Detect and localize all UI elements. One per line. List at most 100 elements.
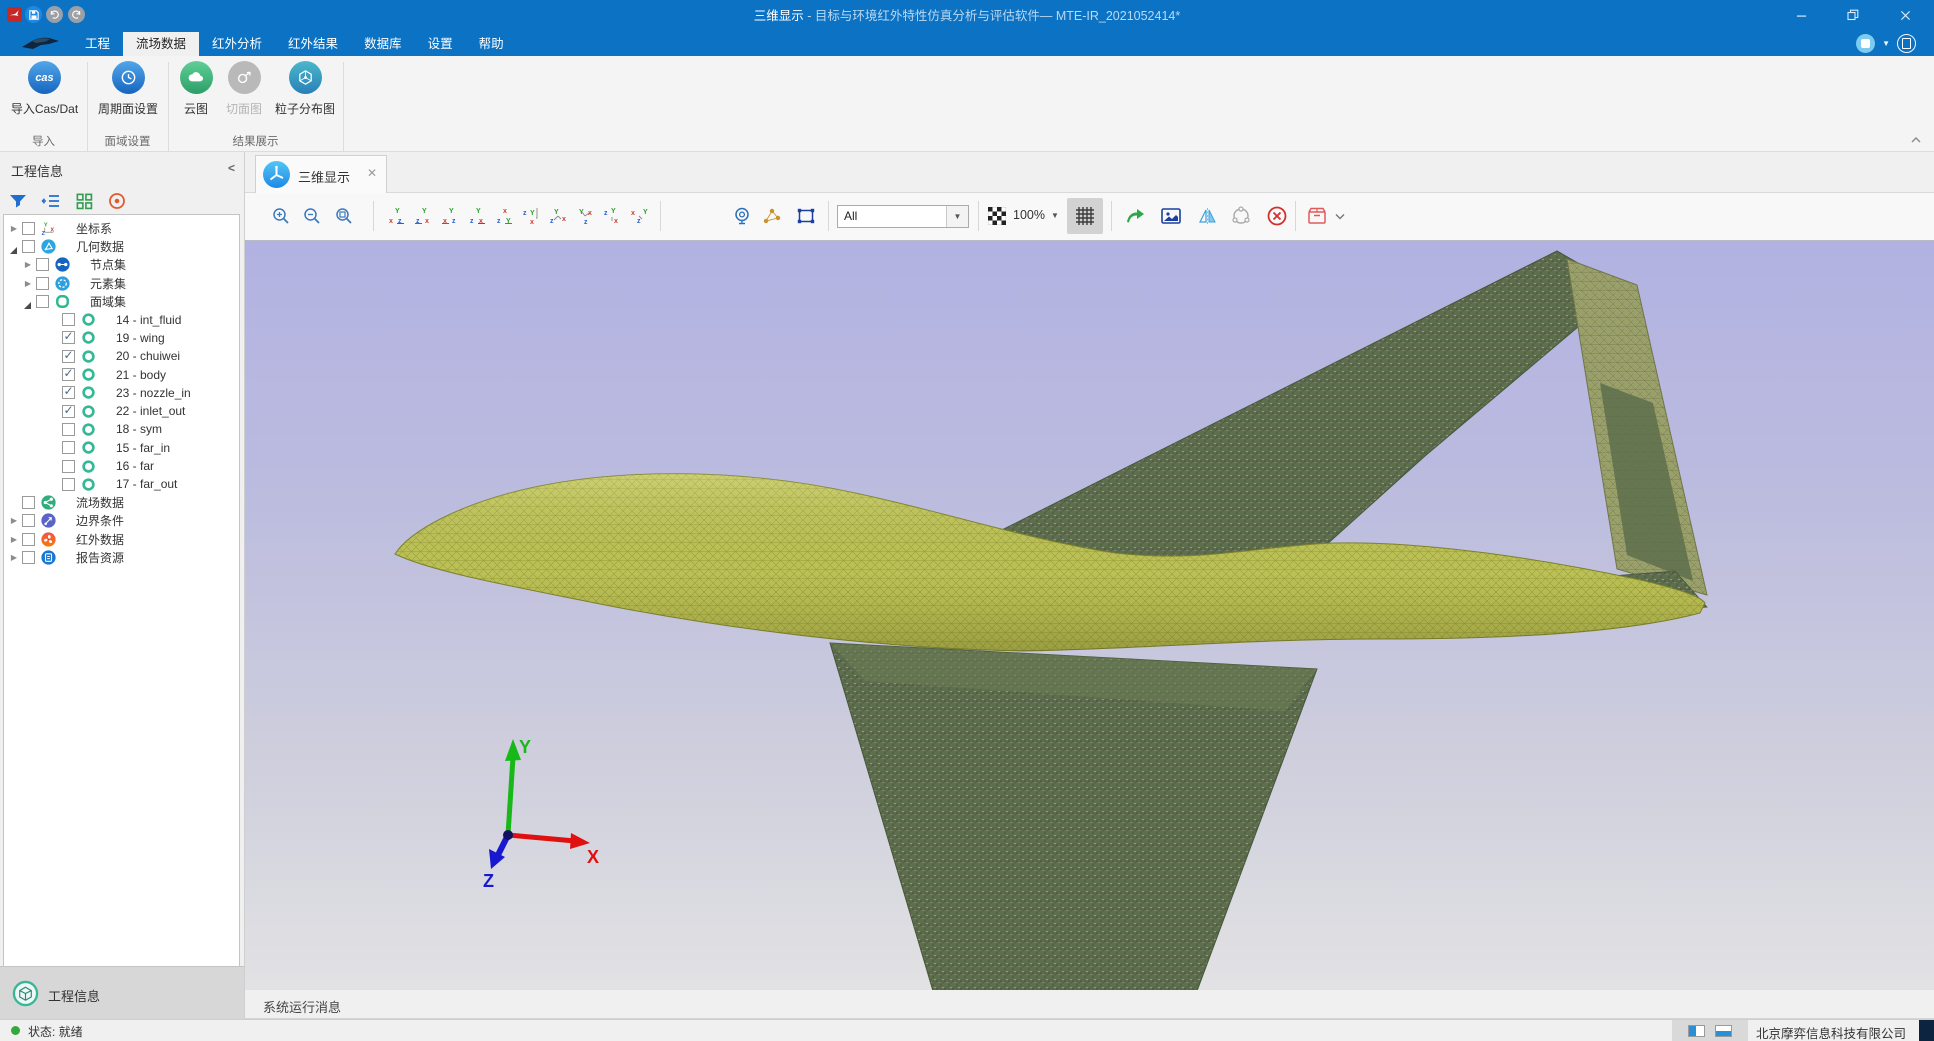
menu-item-settings[interactable]: 设置: [415, 32, 466, 56]
view-iso-1-icon[interactable]: Yzx: [547, 204, 571, 228]
locate-icon[interactable]: [106, 190, 128, 212]
minimize-button[interactable]: [1778, 0, 1824, 30]
checkbox[interactable]: [62, 350, 75, 363]
tree-item-far-in[interactable]: 15 - far_in: [4, 439, 239, 457]
export-arrow-icon[interactable]: [1123, 204, 1147, 228]
expander-icon[interactable]: [22, 279, 34, 288]
checkbox[interactable]: [62, 423, 75, 436]
tab-3d-view[interactable]: 三维显示 ✕: [255, 155, 387, 193]
grid-view-icon[interactable]: [73, 190, 95, 212]
view-iso-4-icon[interactable]: xzY: [628, 204, 652, 228]
expander-icon[interactable]: [8, 224, 20, 233]
menu-item-flowfield[interactable]: 流场数据: [123, 32, 199, 56]
layout-vertical-icon[interactable]: [1688, 1025, 1705, 1037]
tree-item-flow-data[interactable]: 流场数据: [4, 493, 239, 511]
expander-icon[interactable]: [8, 535, 20, 544]
checkbox[interactable]: [22, 514, 35, 527]
rect-select-icon[interactable]: [794, 204, 818, 228]
view-bottom-icon[interactable]: zYx: [520, 204, 544, 228]
tree-item-chuiwei[interactable]: 20 - chuiwei: [4, 347, 239, 365]
tree-item-boundary-conditions[interactable]: 边界条件: [4, 512, 239, 530]
checkbox[interactable]: [62, 368, 75, 381]
tree-item-geometry-data[interactable]: 几何数据: [4, 237, 239, 255]
view-right-icon[interactable]: Yzx: [466, 204, 490, 228]
menu-item-project[interactable]: 工程: [72, 32, 123, 56]
save-button[interactable]: [25, 6, 42, 23]
import-cas-dat-button[interactable]: cas 导入Cas/Dat: [2, 61, 87, 117]
checkbox[interactable]: [62, 460, 75, 473]
quick-view-icon[interactable]: [1856, 34, 1875, 53]
tree-item-wing[interactable]: 19 - wing: [4, 329, 239, 347]
expander-icon[interactable]: [8, 553, 20, 562]
view-iso-2-icon[interactable]: Yxz: [574, 204, 598, 228]
view-top-icon[interactable]: xzY: [493, 204, 517, 228]
checkbox[interactable]: [62, 441, 75, 454]
view-left-icon[interactable]: Yxz: [439, 204, 463, 228]
checkbox[interactable]: [62, 405, 75, 418]
cloud-map-button[interactable]: 云图: [172, 61, 220, 117]
checkbox[interactable]: [36, 277, 49, 290]
checkbox[interactable]: [22, 551, 35, 564]
panel-bottom-tab[interactable]: 工程信息: [0, 966, 244, 1019]
period-face-button[interactable]: 周期面设置: [88, 61, 168, 117]
undo-button[interactable]: [46, 6, 63, 23]
filter-icon[interactable]: [7, 190, 29, 212]
chevron-down-icon[interactable]: [1333, 204, 1347, 228]
view-back-icon[interactable]: Yzx: [412, 204, 436, 228]
menu-item-help[interactable]: 帮助: [466, 32, 517, 56]
mesh-sphere-icon[interactable]: [1229, 204, 1253, 228]
tree-item-body[interactable]: 21 - body: [4, 365, 239, 383]
checkbox[interactable]: [22, 240, 35, 253]
zoom-fit-icon[interactable]: [332, 204, 356, 228]
chevron-down-icon[interactable]: ▼: [1882, 39, 1890, 48]
tree-item-face-set[interactable]: 面域集: [4, 292, 239, 310]
checkbox[interactable]: [36, 295, 49, 308]
grid-toggle-button[interactable]: [1067, 198, 1103, 234]
mirror-icon[interactable]: [1197, 204, 1221, 228]
checkbox[interactable]: [62, 478, 75, 491]
ribbon-collapse-icon[interactable]: [1910, 136, 1922, 144]
tree-item-report-resources[interactable]: 报告资源: [4, 548, 239, 566]
particle-distribution-button[interactable]: 粒子分布图: [268, 61, 342, 117]
tree-item-far-out[interactable]: 17 - far_out: [4, 475, 239, 493]
checkbox[interactable]: [62, 313, 75, 326]
probe-icon[interactable]: [730, 204, 754, 228]
tree-item-infrared-data[interactable]: 红外数据: [4, 530, 239, 548]
zoom-percentage[interactable]: 100%: [1013, 208, 1045, 222]
zoom-out-icon[interactable]: [300, 204, 324, 228]
checkbox[interactable]: [36, 258, 49, 271]
checkbox[interactable]: [62, 331, 75, 344]
tree-item-inlet-out[interactable]: 22 - inlet_out: [4, 402, 239, 420]
layout-horizontal-icon[interactable]: [1715, 1025, 1732, 1037]
close-button[interactable]: [1882, 0, 1928, 30]
panel-collapse-icon[interactable]: <: [228, 161, 235, 175]
delete-icon[interactable]: [1265, 204, 1289, 228]
tree-item-int-fluid[interactable]: 14 - int_fluid: [4, 310, 239, 328]
checkbox[interactable]: [62, 386, 75, 399]
snapshot-icon[interactable]: [1159, 204, 1183, 228]
restore-button[interactable]: [1830, 0, 1876, 30]
tab-close-icon[interactable]: ✕: [367, 166, 377, 180]
collapse-list-icon[interactable]: [40, 190, 62, 212]
checkbox[interactable]: [22, 533, 35, 546]
tree-item-coordinate-system[interactable]: YZX 坐标系: [4, 219, 239, 237]
chevron-down-icon[interactable]: ▼: [1051, 211, 1059, 220]
expander-icon[interactable]: [8, 516, 20, 525]
expander-icon[interactable]: [22, 260, 34, 269]
menu-item-database[interactable]: 数据库: [351, 32, 415, 56]
resize-grip[interactable]: [1919, 1020, 1934, 1041]
checkbox[interactable]: [22, 222, 35, 235]
archive-box-icon[interactable]: [1305, 204, 1329, 228]
tree-item-nozzle-in[interactable]: 23 - nozzle_in: [4, 384, 239, 402]
tree-item-far[interactable]: 16 - far: [4, 457, 239, 475]
tree-item-element-set[interactable]: 元素集: [4, 274, 239, 292]
tree-item-node-set[interactable]: 节点集: [4, 256, 239, 274]
menu-item-ir-results[interactable]: 红外结果: [275, 32, 351, 56]
checkbox[interactable]: [22, 496, 35, 509]
view-front-icon[interactable]: Yxz: [385, 204, 409, 228]
tree-item-sym[interactable]: 18 - sym: [4, 420, 239, 438]
redo-button[interactable]: [68, 6, 85, 23]
manual-icon[interactable]: [1897, 34, 1916, 53]
view-iso-3-icon[interactable]: zYx: [601, 204, 625, 228]
scatter-nodes-icon[interactable]: [760, 204, 784, 228]
